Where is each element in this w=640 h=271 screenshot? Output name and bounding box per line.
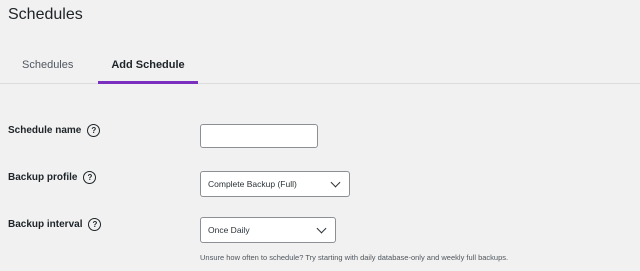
active-tab-indicator <box>98 81 198 84</box>
chevron-down-icon <box>316 223 327 234</box>
chevron-down-icon <box>330 177 341 188</box>
backup-profile-select[interactable]: Complete Backup (Full) <box>200 171 350 197</box>
question-circle-icon[interactable]: ? <box>88 218 102 231</box>
backup-interval-select[interactable]: Once Daily <box>200 217 336 243</box>
backup-profile-selected-value: Complete Backup (Full) <box>208 179 297 189</box>
schedule-name-input[interactable] <box>200 124 318 148</box>
tab-add-schedule[interactable]: Add Schedule <box>98 47 198 84</box>
backup-interval-label: Backup interval <box>8 219 83 230</box>
backup-interval-selected-value: Once Daily <box>208 225 250 235</box>
question-circle-icon[interactable]: ? <box>87 124 101 137</box>
page-title: Schedules <box>8 6 83 23</box>
schedule-name-row-label: Schedule name ? <box>8 124 101 137</box>
tab-bar: Schedules Add Schedule <box>0 47 640 84</box>
schedule-hint-text: Unsure how often to schedule? Try starti… <box>200 253 509 262</box>
schedule-name-label: Schedule name <box>8 125 82 136</box>
tab-add-schedule-label: Add Schedule <box>111 59 185 71</box>
tab-schedules[interactable]: Schedules <box>22 47 73 83</box>
question-circle-icon[interactable]: ? <box>83 171 97 184</box>
backup-interval-row-label: Backup interval ? <box>8 218 102 231</box>
backup-profile-label: Backup profile <box>8 172 78 183</box>
backup-profile-row-label: Backup profile ? <box>8 171 97 184</box>
